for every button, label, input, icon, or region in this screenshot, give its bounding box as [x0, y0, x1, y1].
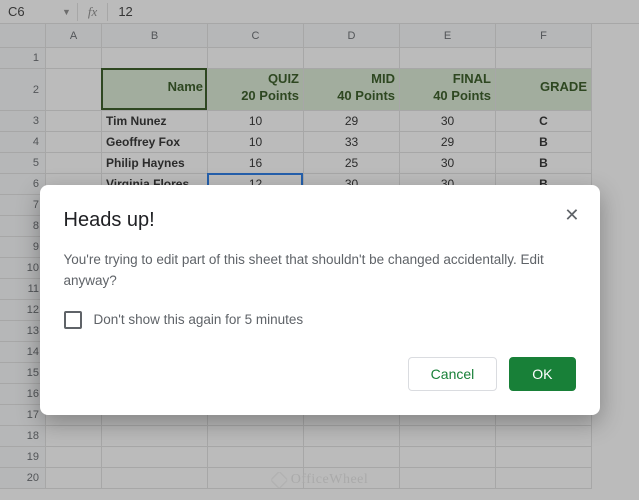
logo-icon	[271, 472, 287, 488]
dialog-title: Heads up!	[64, 209, 576, 232]
checkbox-row[interactable]: Don't show this again for 5 minutes	[64, 311, 576, 329]
protected-range-dialog: Heads up! ✕ You're trying to edit part o…	[40, 185, 600, 415]
cancel-button[interactable]: Cancel	[408, 357, 498, 391]
checkbox-label: Don't show this again for 5 minutes	[94, 312, 304, 327]
dialog-message: You're trying to edit part of this sheet…	[64, 250, 576, 291]
ok-button[interactable]: OK	[509, 357, 575, 391]
dialog-actions: Cancel OK	[64, 357, 576, 391]
watermark: OfficeWheel	[271, 472, 369, 488]
checkbox[interactable]	[64, 311, 82, 329]
modal-overlay: Heads up! ✕ You're trying to edit part o…	[0, 0, 639, 500]
close-icon[interactable]: ✕	[564, 205, 579, 226]
